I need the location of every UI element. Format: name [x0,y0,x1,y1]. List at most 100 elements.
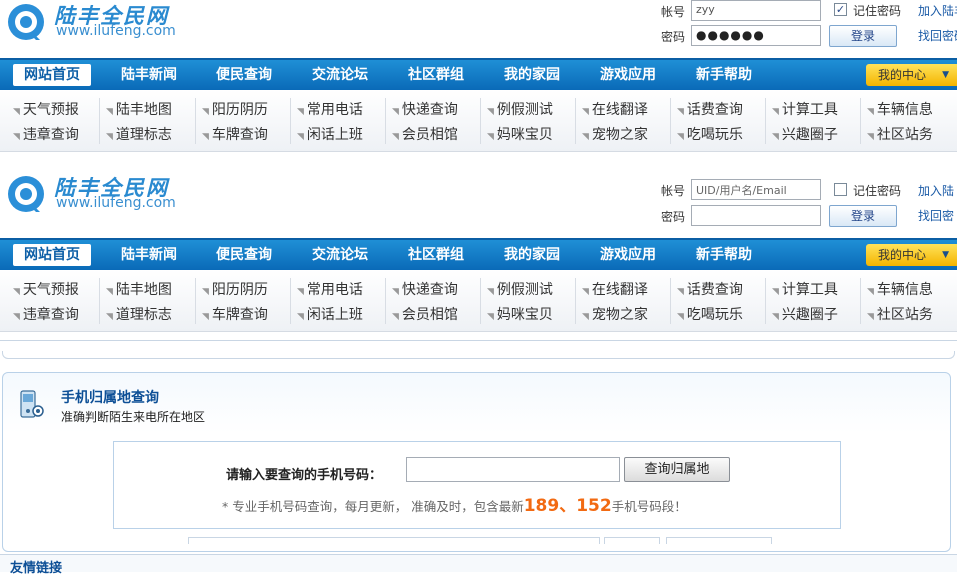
subnav-item[interactable]: ◥ 话费查询 [677,278,743,302]
query-form: 请输入要查询的手机号码： 查询归属地 * 专业手机号码查询，每月更新， 准确及时… [113,441,841,529]
divider [860,278,861,324]
subnav-item[interactable]: ◥ 天气预报 [13,98,79,122]
subnav-item-label: 常用电话 [306,102,363,118]
bullet-icon: ◥ [677,107,684,117]
login-form: 帐号 zyy ✓ 记住密码 加入陆丰 密码 ●●●●●● 登录 找回密码 [655,0,957,58]
subnav-item[interactable]: ◥ 兴趣圈子 [772,303,838,327]
query-note: * 专业手机号码查询，每月更新， 准确及时，包含最新189、152手机号码段！ [222,491,687,516]
subnav-item[interactable]: ◥ 车牌查询 [202,123,268,147]
nav-home-space[interactable]: 我的家园 [493,64,571,86]
nav-home[interactable]: 网站首页 [13,244,91,266]
subnav-item[interactable]: ◥ 常用电话 [297,98,363,122]
subnav-item[interactable]: ◥ 会员相馆 [392,123,458,147]
subnav-item[interactable]: ◥ 闲话上班 [297,303,363,327]
subnav-item[interactable]: ◥ 陆丰地图 [106,98,172,122]
nav-home-space[interactable]: 我的家园 [493,244,571,266]
subnav-item[interactable]: ◥ 阳历阴历 [202,278,268,302]
subnav-item[interactable]: ◥ 车牌查询 [202,303,268,327]
join-link[interactable]: 加入陆丰 [918,2,957,19]
nav-news[interactable]: 陆丰新闻 [110,244,188,266]
subnav-item[interactable]: ◥ 例假测试 [487,98,553,122]
subnav-item[interactable]: ◥ 道理标志 [106,303,172,327]
subnav-item[interactable]: ◥ 车辆信息 [867,278,933,302]
account-label: 帐号 [661,5,686,19]
bullet-icon: ◥ [392,312,399,322]
subnav-item[interactable]: ◥ 快递查询 [392,278,458,302]
subnav-item[interactable]: ◥ 吃喝玩乐 [677,303,743,327]
bullet-icon: ◥ [487,132,494,142]
divider [99,278,100,324]
nav-home[interactable]: 网站首页 [13,64,91,86]
my-center-dropdown[interactable]: 我的中心 ▼ [866,64,957,86]
remember-checkbox[interactable]: ✓ [834,3,847,16]
subnav-item[interactable]: ◥ 社区站务 [867,123,933,147]
subnav-item-label: 天气预报 [22,102,79,118]
nav-games[interactable]: 游戏应用 [589,64,667,86]
account-input[interactable]: UID/用户名/Email [691,179,821,200]
subnav-item[interactable]: ◥ 闲话上班 [297,123,363,147]
subnav-item-label: 陆丰地图 [115,102,172,118]
recover-password-link[interactable]: 找回密码 [918,27,957,44]
subnav-item[interactable]: ◥ 话费查询 [677,98,743,122]
remember-label: 记住密码 [853,4,902,18]
lookup-button[interactable]: 查询归属地 [624,457,730,482]
password-input[interactable]: ●●●●●● [691,25,821,46]
subnav-item[interactable]: ◥ 车辆信息 [867,98,933,122]
bullet-icon: ◥ [202,107,209,117]
bullet-icon: ◥ [297,287,304,297]
nav-help[interactable]: 新手帮助 [685,244,763,266]
nav-services[interactable]: 便民查询 [205,244,283,266]
nav-groups[interactable]: 社区群组 [397,64,475,86]
subnav-item[interactable]: ◥ 妈咪宝贝 [487,303,553,327]
nav-forum[interactable]: 交流论坛 [301,64,379,86]
subnav-item[interactable]: ◥ 天气预报 [13,278,79,302]
nav-help[interactable]: 新手帮助 [685,64,763,86]
site-logo[interactable]: 陆丰全民网 www.ilufeng.com [6,0,186,48]
site-logo[interactable]: 陆丰全民网 www.ilufeng.com [6,172,186,220]
panel-subtitle: 准确判断陌生来电所在地区 [61,410,206,424]
divider [480,278,481,324]
account-input[interactable]: zyy [691,0,821,21]
site-header-logged-in: 陆丰全民网 www.ilufeng.com 帐号 zyy ✓ 记住密码 加入陆丰… [0,0,957,152]
subnav-item[interactable]: ◥ 快递查询 [392,98,458,122]
subnav-item[interactable]: ◥ 违章查询 [13,303,79,327]
subnav-item-label: 车辆信息 [876,102,933,118]
login-button[interactable]: 登录 [829,25,897,47]
logo-url: www.ilufeng.com [56,195,176,211]
nav-news[interactable]: 陆丰新闻 [110,64,188,86]
subnav-item[interactable]: ◥ 阳历阴历 [202,98,268,122]
subnav-item[interactable]: ◥ 违章查询 [13,123,79,147]
recover-password-link[interactable]: 找回密 [918,207,954,224]
subnav-item[interactable]: ◥ 吃喝玩乐 [677,123,743,147]
subnav-item[interactable]: ◥ 在线翻译 [582,278,648,302]
subnav-item-label: 车牌查询 [211,307,268,323]
subnav-item[interactable]: ◥ 在线翻译 [582,98,648,122]
phone-number-input[interactable] [406,457,620,482]
nav-forum[interactable]: 交流论坛 [301,244,379,266]
nav-games[interactable]: 游戏应用 [589,244,667,266]
subnav-item[interactable]: ◥ 宠物之家 [582,123,648,147]
subnav-item-label: 计算工具 [781,102,838,118]
password-input[interactable] [691,205,821,226]
my-center-dropdown[interactable]: 我的中心 ▼ [866,244,957,266]
subnav-item[interactable]: ◥ 常用电话 [297,278,363,302]
password-label: 密码 [661,210,686,224]
subnav-item[interactable]: ◥ 陆丰地图 [106,278,172,302]
subnav-item[interactable]: ◥ 兴趣圈子 [772,123,838,147]
divider [480,98,481,144]
subnav-item[interactable]: ◥ 道理标志 [106,123,172,147]
subnav-item[interactable]: ◥ 计算工具 [772,98,838,122]
subnav-item[interactable]: ◥ 会员相馆 [392,303,458,327]
subnav-item[interactable]: ◥ 例假测试 [487,278,553,302]
subnav-item[interactable]: ◥ 妈咪宝贝 [487,123,553,147]
bullet-icon: ◥ [677,132,684,142]
subnav-item-label: 会员相馆 [401,307,458,323]
remember-checkbox[interactable] [834,183,847,196]
login-button[interactable]: 登录 [829,205,897,227]
subnav-item[interactable]: ◥ 社区站务 [867,303,933,327]
join-link[interactable]: 加入陆 [918,182,954,199]
nav-services[interactable]: 便民查询 [205,64,283,86]
subnav-item[interactable]: ◥ 计算工具 [772,278,838,302]
subnav-item[interactable]: ◥ 宠物之家 [582,303,648,327]
nav-groups[interactable]: 社区群组 [397,244,475,266]
